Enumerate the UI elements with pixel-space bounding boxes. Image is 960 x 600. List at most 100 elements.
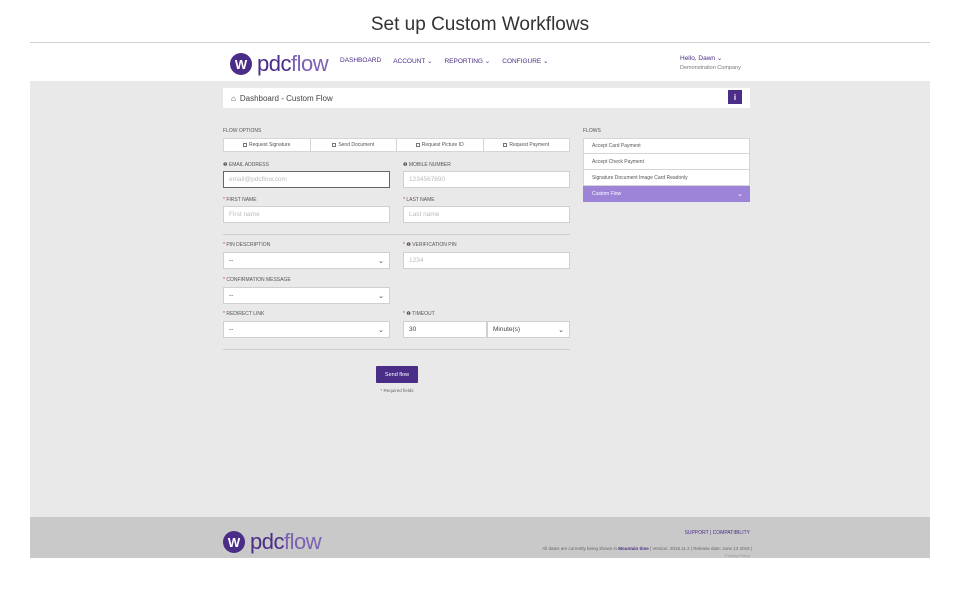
logo-icon: W [223,531,245,553]
logo-text-a: pdc [257,51,291,76]
timeout-field[interactable]: 30 [403,321,487,338]
logo-text-a: pdc [250,529,284,554]
top-navbar: W pdcflow DASHBOARD ACCOUNT ⌄ REPORTING … [30,43,930,81]
option-send-document[interactable]: Send Document [310,138,397,152]
page-heading: Set up Custom Workflows [370,14,590,35]
option-request-payment[interactable]: Request Payment [483,138,570,152]
chevron-down-icon: ⌄ [378,293,384,300]
info-icon: ❶ [406,242,411,248]
checkbox-icon [243,143,248,147]
first-name-label: * FIRST NAME [223,197,257,203]
nav-configure[interactable]: CONFIGURE ⌄ [502,57,548,65]
timeout-unit-value: Minute(s) [493,326,521,333]
section-divider [223,234,570,235]
compatibility-link[interactable]: COMPATIBILITY [713,530,750,536]
timeout-label-text: TIMEOUT [412,311,435,317]
flow-item-label: Custom Flow [592,190,622,197]
first-name-label-text: FIRST NAME [226,197,257,203]
flow-item-custom-flow[interactable]: Custom Flow ⌄ [583,186,750,202]
last-name-label: * LAST NAME [403,197,435,203]
last-name-label-text: LAST NAME [406,197,435,203]
flow-item-signature-document[interactable]: Signature Document Image Card Readonly [583,170,750,186]
chevron-down-icon: ⌄ [378,258,384,265]
confirmation-label: * CONFIRMATION MESSAGE [223,277,291,283]
redirect-select[interactable]: -- ⌄ [223,321,390,338]
option-label: Send Document [338,142,375,148]
option-label: Request Picture ID [421,142,464,148]
required-mark: * [223,311,225,317]
footer-version-text: | Version: 2018.11.2 | Release date: Jun… [648,546,752,551]
section-divider [223,349,570,350]
footer-separator: | [709,530,712,536]
required-mark: * [403,197,405,203]
checkbox-icon [503,143,508,147]
send-flow-button[interactable]: Send flow [376,366,418,383]
nav-dashboard[interactable]: DASHBOARD [340,57,381,65]
verification-pin-label: * ❶ VERIFICATION PIN [403,242,457,248]
flows-label: FLOWS [583,128,601,134]
info-icon: ❶ [406,311,411,317]
nav-reporting[interactable]: REPORTING ⌄ [444,57,490,65]
checkbox-icon [415,143,420,147]
footer-links: SUPPORT | COMPATIBILITY [685,530,750,536]
confirmation-value: -- [229,292,234,299]
logo-wordmark: pdcflow [257,51,329,77]
first-name-field[interactable]: First name [223,206,390,223]
redirect-value: -- [229,326,234,333]
privacy-policy-link[interactable]: Privacy Policy [725,553,750,558]
support-link[interactable]: SUPPORT [685,530,709,536]
page-title-bar: ⌂ Dashboard - Custom Flow [223,88,750,108]
mobile-field[interactable]: 1234567890 [403,171,570,188]
page-title: Dashboard - Custom Flow [239,93,333,103]
verification-pin-field[interactable]: 1234 [403,252,570,269]
option-request-signature[interactable]: Request Signature [223,138,311,152]
redirect-label: * REDIRECT LINK [223,311,264,317]
logo-icon: W [230,53,252,75]
nav-account[interactable]: ACCOUNT ⌄ [393,57,432,65]
email-label-text: EMAIL ADDRESS [228,162,269,168]
pin-description-label-text: PIN DESCRIPTION [226,242,271,248]
flow-item-check-payment[interactable]: Accept Check Payment [583,154,750,170]
required-mark: * [223,242,225,248]
flow-item-card-payment[interactable]: Accept Card Payment [583,138,750,154]
email-label: ❶ EMAIL ADDRESS [223,162,269,168]
app-window: W pdcflow DASHBOARD ACCOUNT ⌄ REPORTING … [30,43,930,558]
main-nav: DASHBOARD ACCOUNT ⌄ REPORTING ⌄ CONFIGUR… [340,57,549,65]
mobile-label-text: MOBILE NUMBER [408,162,451,168]
info-button[interactable]: i [728,90,742,104]
header-logo[interactable]: W pdcflow [230,51,329,77]
footer: W pdcflow SUPPORT | COMPATIBILITY All da… [30,517,930,558]
timeout-label: * ❶ TIMEOUT [403,311,435,317]
info-icon: ❶ [223,162,228,168]
flows-list: Accept Card Payment Accept Check Payment… [583,138,750,202]
info-icon: ❶ [403,162,408,168]
option-label: Request Signature [249,142,291,148]
option-label: Request Payment [509,142,550,148]
chevron-down-icon: ⌄ [378,327,384,334]
option-request-picture-id[interactable]: Request Picture ID [397,138,484,152]
required-mark: * [403,242,405,248]
pin-description-select[interactable]: -- ⌄ [223,252,390,269]
required-mark: * [223,197,225,203]
timeout-unit-select[interactable]: Minute(s) ⌄ [487,321,570,338]
flow-item-label: Accept Check Payment [592,158,644,165]
logo-wordmark: pdcflow [250,529,322,555]
required-mark: * [403,311,405,317]
footer-note-text: All dates are currently being shown in [542,546,619,551]
chevron-down-icon: ⌄ [737,191,743,198]
confirmation-select[interactable]: -- ⌄ [223,287,390,304]
user-company: Demonstration Company [680,65,741,71]
redirect-label-text: REDIRECT LINK [226,311,265,317]
user-menu[interactable]: Hello, Dawn ⌄ Demonstration Company [680,54,741,71]
chevron-down-icon: ⌄ [558,327,564,334]
required-fields-note: * Required fields [380,388,414,393]
logo-text-b: flow [290,51,329,76]
email-field[interactable]: email@pdcflow.com [223,171,390,188]
flow-options-label: FLOW OPTIONS [223,128,262,134]
checkbox-icon [332,143,337,147]
last-name-field[interactable]: Last name [403,206,570,223]
timezone-link[interactable]: Mountain time [618,546,649,551]
dashboard-icon: ⌂ [231,93,236,103]
logo-text-b: flow [283,529,322,554]
mobile-label: ❶ MOBILE NUMBER [403,162,451,168]
